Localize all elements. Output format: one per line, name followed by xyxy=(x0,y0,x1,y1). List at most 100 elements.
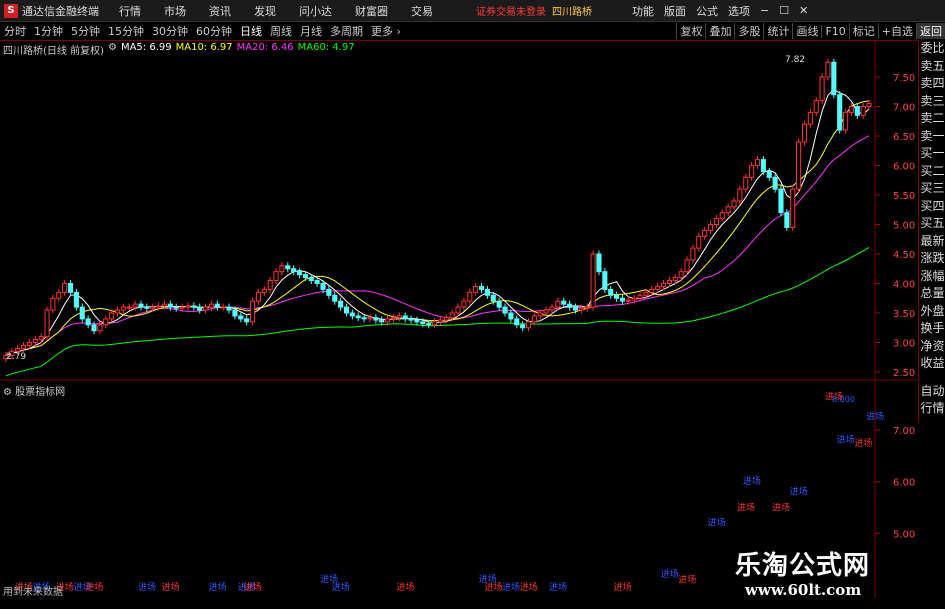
tool-back[interactable]: 返回 xyxy=(916,23,945,39)
candle-body xyxy=(414,319,420,323)
candle-body xyxy=(144,306,150,309)
candle-body xyxy=(537,312,543,317)
price-axis: 7.50 7.00 6.50 6.00 5.50 5.00 4.50 4.00 3.50 3.00… xyxy=(875,73,915,379)
indicator-marker-label: 进场 xyxy=(790,486,808,497)
candle-body xyxy=(132,303,138,308)
indicator-marker-label: 进场 xyxy=(244,582,262,593)
candle-body xyxy=(156,305,162,308)
side-quote[interactable]: 行情 xyxy=(919,400,945,417)
candle-body xyxy=(179,306,185,309)
indicator-marker-label: 进场 xyxy=(737,502,755,513)
side-buy5[interactable]: 买五 xyxy=(919,215,945,233)
no-future-note: 用到未来数据 xyxy=(3,587,63,598)
side-netasset[interactable]: 净资 xyxy=(919,338,945,356)
candle-body xyxy=(737,188,743,202)
candle-body xyxy=(167,303,173,308)
price-tick-label: 6.50 xyxy=(893,132,915,143)
side-sell5[interactable]: 卖五 xyxy=(919,58,945,76)
candle-body xyxy=(502,306,508,314)
candle-body xyxy=(267,280,273,290)
candle-body xyxy=(461,300,467,308)
side-buy1[interactable]: 买一 xyxy=(919,145,945,163)
candle-body xyxy=(455,306,461,314)
candle-body xyxy=(103,318,109,326)
side-buy3[interactable]: 买三 xyxy=(919,180,945,198)
candle-body xyxy=(361,317,367,320)
candle-body xyxy=(138,303,144,308)
indicator-marker-label: 进场 xyxy=(484,582,502,593)
side-auto[interactable]: 自动 xyxy=(919,383,945,400)
candle-body xyxy=(666,280,672,284)
candle-body xyxy=(608,288,614,296)
price-tick-label: 5.00 xyxy=(893,221,915,232)
candle-body xyxy=(279,265,285,273)
side-sell2[interactable]: 卖二 xyxy=(919,110,945,128)
candle-body xyxy=(443,317,449,321)
candle-body xyxy=(590,253,596,308)
price-tick-label: 2.50 xyxy=(893,368,915,379)
price-tick-label: 6.00 xyxy=(893,162,915,173)
candle-body xyxy=(801,123,808,143)
candle-body xyxy=(778,188,784,214)
candle-body xyxy=(796,141,802,190)
candle-body xyxy=(854,106,860,116)
candle-body xyxy=(232,309,238,317)
indicator-name: 股票指标网 xyxy=(15,387,66,398)
candle-body xyxy=(819,76,825,102)
side-latest[interactable]: 最新 xyxy=(919,233,945,251)
candle-body xyxy=(684,259,690,273)
candle-body xyxy=(520,324,526,329)
candle-body xyxy=(91,324,97,332)
candle-body xyxy=(402,315,408,320)
indicator-marker-label: 进场 xyxy=(520,582,538,593)
candle-body xyxy=(432,321,438,326)
candle-body xyxy=(426,323,432,326)
candle-body xyxy=(496,300,502,308)
candle-body xyxy=(596,253,602,273)
indicator-top-marker: 8.000 xyxy=(832,395,855,404)
candle-body xyxy=(514,318,520,326)
side-sell1[interactable]: 卖一 xyxy=(919,128,945,146)
side-outer[interactable]: 外盘 xyxy=(919,303,945,321)
candle-body xyxy=(790,188,796,228)
side-buy4[interactable]: 买四 xyxy=(919,198,945,216)
candle-body xyxy=(490,294,496,302)
candle-body xyxy=(549,306,555,311)
candle-body xyxy=(625,299,631,302)
candle-body xyxy=(226,306,232,311)
candle-body xyxy=(385,318,391,323)
settings-icon[interactable]: ⚙ xyxy=(3,387,12,398)
side-change-pct[interactable]: 涨幅 xyxy=(919,268,945,286)
price-chart[interactable]: 7.50 7.00 6.50 6.00 5.50 5.00 4.50 4.00 3.50 3.00… xyxy=(0,0,918,598)
side-sell4[interactable]: 卖四 xyxy=(919,75,945,93)
indicator-marker-label: 进场 xyxy=(743,476,761,487)
side-earnings[interactable]: 收益 xyxy=(919,355,945,373)
side-volume[interactable]: 总量 xyxy=(919,285,945,303)
candle-body xyxy=(379,319,385,323)
candle-body xyxy=(20,344,27,349)
candle-body xyxy=(32,339,38,343)
candle-body xyxy=(449,312,455,319)
candle-body xyxy=(203,306,209,311)
ma10-polyline xyxy=(5,100,870,356)
candle-body xyxy=(255,291,261,302)
side-weibi[interactable]: 委比 xyxy=(919,40,945,58)
side-buy2[interactable]: 买二 xyxy=(919,163,945,181)
candle-body xyxy=(690,247,696,261)
candle-body xyxy=(661,283,667,287)
side-turnover[interactable]: 换手 xyxy=(919,320,945,338)
candle-body xyxy=(437,319,443,323)
side-change[interactable]: 涨跌 xyxy=(919,250,945,268)
candle-body xyxy=(631,297,637,301)
candle-body xyxy=(719,212,725,220)
candle-body xyxy=(97,324,103,332)
candle-body xyxy=(120,306,126,311)
candle-body xyxy=(408,318,414,321)
candle-body xyxy=(672,277,678,282)
candle-body xyxy=(555,300,561,308)
candle-body xyxy=(326,288,332,296)
side-sell3[interactable]: 卖三 xyxy=(919,93,945,111)
price-tick-label: 4.00 xyxy=(893,280,915,291)
indicator-marker-label: 进场 xyxy=(678,575,696,586)
candle-body xyxy=(314,280,320,284)
